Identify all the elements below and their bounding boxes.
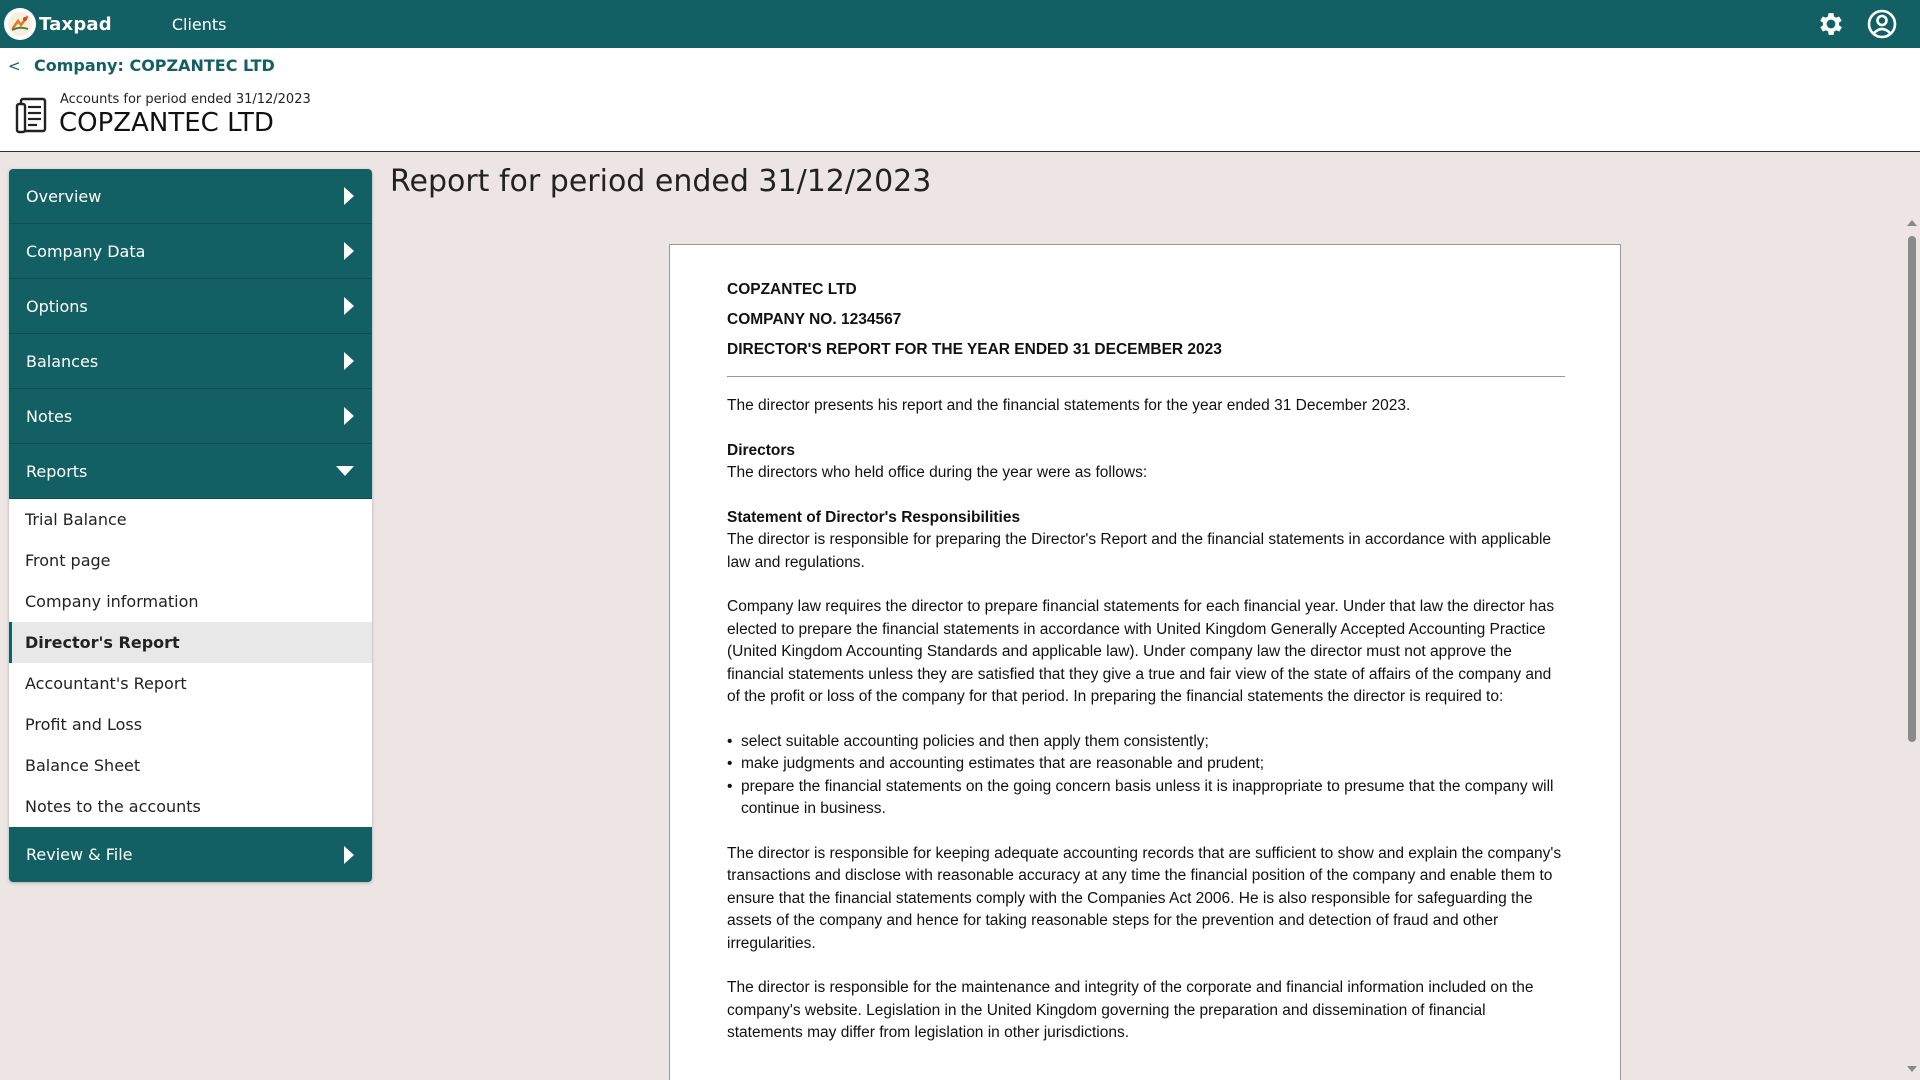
expand-arrow-icon [344,242,354,260]
sidebar-item-company-information[interactable]: Company information [9,581,372,622]
sidebar-item-profit-and-loss[interactable]: Profit and Loss [9,704,372,745]
nav-clients-link[interactable]: Clients [172,15,227,34]
sidebar-section-label: Reports [26,461,88,481]
bullet-text: prepare the financial statements on the … [741,777,1554,818]
sidebar-section-label: Options [26,296,88,316]
sidebar-section-overview[interactable]: Overview [9,169,372,224]
breadcrumb: < Company: COPZANTEC LTD [8,56,275,75]
period-subtitle: Accounts for period ended 31/12/2023 [60,92,311,107]
back-chevron-icon[interactable]: < [8,57,28,75]
app-name: Taxpad [39,13,112,35]
scroll-up-arrow-icon[interactable] [1907,220,1917,226]
bullet-item: • prepare the financial statements on the… [727,776,1565,821]
sidebar-section-label: Balances [26,351,99,371]
page-title: COPZANTEC LTD [59,108,274,138]
bullet-text: make judgments and accounting estimates … [741,755,1265,772]
sidebar-item-notes-to-the-accounts[interactable]: Notes to the accounts [9,786,372,827]
sidebar-item-trial-balance[interactable]: Trial Balance [9,499,372,540]
top-bar: Taxpad Clients [0,0,1920,48]
company-breadcrumb-link[interactable]: Company: COPZANTEC LTD [34,56,275,75]
responsibilities-text: The director is responsible for preparin… [727,531,1552,571]
directors-section: Directors The directors who held office … [727,440,1565,485]
document-icon [14,96,50,136]
expand-arrow-icon [344,845,354,864]
bullet-item: • make judgments and accounting estimates… [727,753,1565,776]
sidebar-section-balances[interactable]: Balances [9,334,372,389]
sidebar-section-label: Notes [26,406,73,426]
sidebar-item-balance-sheet[interactable]: Balance Sheet [9,745,372,786]
sidebar-section-options[interactable]: Options [9,279,372,334]
reports-submenu: Trial Balance Front page Company informa… [9,499,372,827]
scrollbar-thumb[interactable] [1908,236,1916,742]
report-document: COPZANTEC LTD COMPANY NO. 1234567 DIRECT… [669,244,1621,1080]
sidebar-section-label: Company Data [26,241,146,261]
sidebar-section-label: Overview [26,186,102,206]
report-company-number: COMPANY NO. 1234567 [727,311,902,328]
taxpad-logo-icon [4,8,36,40]
report-divider [727,376,1565,377]
records-paragraph: The director is responsible for keeping … [727,844,1562,952]
sidebar-section-company-data[interactable]: Company Data [9,224,372,279]
bullet-text: select suitable accounting policies and … [741,732,1209,750]
sidebar-section-label: Review & File [26,845,133,864]
responsibilities-heading: Statement of Director's Responsibilities [727,508,1021,526]
sidebar-section-review-and-file[interactable]: Review & File [9,827,372,882]
report-intro: The director presents his report and the… [727,397,1411,414]
app-logo[interactable]: Taxpad [4,0,112,48]
sidebar-item-directors-report[interactable]: Director's Report [9,622,372,663]
settings-icon[interactable] [1815,8,1847,40]
collapse-arrow-icon [336,466,354,476]
website-paragraph: The director is responsible for the main… [727,979,1534,1041]
sidebar-item-accountants-report[interactable]: Accountant's Report [9,663,372,704]
scroll-down-arrow-icon[interactable] [1907,1066,1917,1072]
company-law-paragraph: Company law requires the director to pre… [727,598,1555,705]
sidebar-section-notes[interactable]: Notes [9,389,372,444]
sidebar: Overview Company Data Options Balances N… [9,169,372,882]
expand-arrow-icon [344,187,354,205]
directors-text: The directors who held office during the… [727,464,1148,481]
bullet-item: • select suitable accounting policies and… [727,731,1565,754]
sidebar-section-reports[interactable]: Reports [9,444,372,499]
page-header: < Company: COPZANTEC LTD Accounts for pe… [0,48,1920,152]
report-content: COPZANTEC LTD COMPANY NO. 1234567 DIRECT… [727,275,1565,1067]
sidebar-item-front-page[interactable]: Front page [9,540,372,581]
report-title: DIRECTOR'S REPORT FOR THE YEAR ENDED 31 … [727,341,1222,358]
directors-heading: Directors [727,441,796,459]
expand-arrow-icon [344,407,354,425]
expand-arrow-icon [344,297,354,315]
page-scrollbar[interactable] [1904,214,1920,1080]
responsibilities-bullets: • select suitable accounting policies and… [727,731,1565,821]
report-company-name: COPZANTEC LTD [727,281,857,298]
responsibilities-section: Statement of Director's Responsibilities… [727,507,1565,575]
report-heading: Report for period ended 31/12/2023 [390,164,932,199]
account-icon[interactable] [1866,8,1898,40]
expand-arrow-icon [344,352,354,370]
